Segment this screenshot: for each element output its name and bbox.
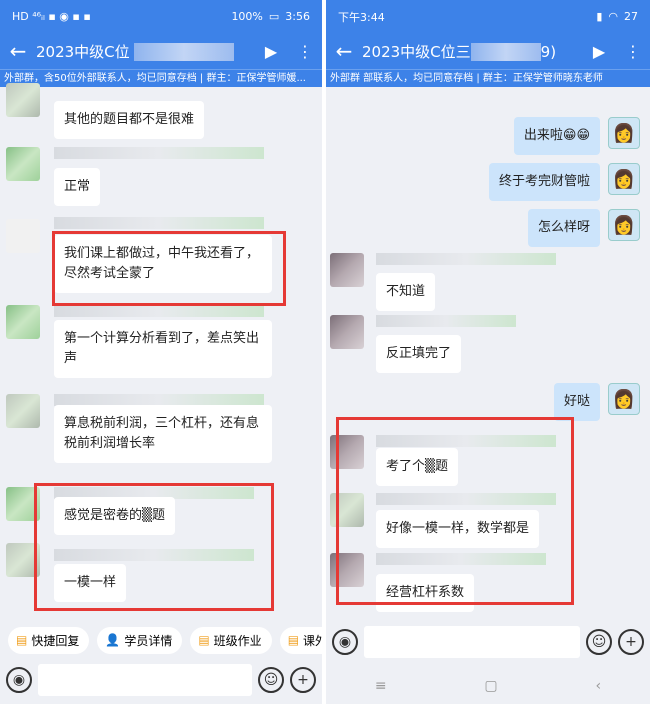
- avatar[interactable]: 👩: [608, 209, 640, 241]
- system-nav-bar: ≡ ▢ ‹: [326, 668, 650, 704]
- back-icon[interactable]: ‹: [595, 678, 601, 694]
- back-arrow-icon[interactable]: ←: [0, 39, 36, 63]
- voice-icon[interactable]: ◉: [6, 667, 32, 693]
- chat-title: 2023中级C位三 9): [362, 42, 557, 61]
- add-icon[interactable]: +: [290, 667, 316, 693]
- battery-level: 27: [624, 10, 638, 23]
- message-bubble: 出来啦😁😁: [513, 117, 600, 155]
- sender-name: [376, 315, 516, 327]
- sender-name: [54, 305, 264, 317]
- clock: 下午3:44: [338, 10, 385, 24]
- avatar[interactable]: [6, 147, 40, 181]
- sender-name: [54, 217, 264, 229]
- message-bubble: 怎么样呀: [527, 209, 600, 247]
- video-call-icon[interactable]: ▶: [254, 42, 288, 61]
- quick-reply-icon: ▤: [16, 633, 28, 647]
- message-bubble: 反正填完了: [376, 335, 462, 373]
- student-details-button[interactable]: 👤 学员详情: [97, 626, 183, 654]
- avatar[interactable]: [330, 253, 364, 287]
- left-chat-panel: HD ⁴⁶ᵢₗ ▪ ◉ ▪ ▪ 100% ▭ 3:56 ← 2023中级C位 ▶…: [0, 0, 322, 704]
- emoji-icon[interactable]: ☺: [258, 667, 284, 693]
- avatar[interactable]: [6, 394, 40, 428]
- message-bubble: 好哒: [553, 383, 600, 421]
- highlight-box: [34, 483, 274, 611]
- add-icon[interactable]: +: [618, 629, 644, 655]
- more-menu-icon[interactable]: ⋮: [288, 42, 322, 61]
- message-bubble: 正常: [54, 168, 101, 206]
- message-input[interactable]: [38, 664, 252, 696]
- highlight-box: [336, 417, 574, 605]
- title-bar: ← 2023中级C位三 9) ▶ ⋮: [326, 33, 650, 69]
- quick-reply-button[interactable]: ▤ 快捷回复: [8, 626, 90, 654]
- status-icons: HD ⁴⁶ᵢₗ ▪ ◉ ▪ ▪: [12, 10, 91, 23]
- signal-icon: ▮: [596, 10, 603, 23]
- chat-title: 2023中级C位: [36, 41, 254, 62]
- homework-icon: ▤: [198, 633, 210, 647]
- message-bubble: 不知道: [376, 273, 436, 311]
- video-call-icon[interactable]: ▶: [582, 42, 616, 61]
- avatar[interactable]: [6, 219, 40, 253]
- battery-level: 100%: [231, 10, 263, 23]
- menu-icon[interactable]: ≡: [375, 678, 387, 694]
- highlight-box: [52, 231, 286, 306]
- message-input[interactable]: [364, 626, 580, 658]
- message-bubble: 其他的题目都不是很难: [54, 101, 205, 139]
- clock: 3:56: [285, 10, 310, 23]
- group-info-bar: 外部群，含50位外部联系人，均已同意存档 | 群主：正保学管师媛...: [0, 69, 322, 87]
- battery-icon: ▭: [268, 10, 280, 23]
- right-chat-panel: 下午3:44 ▮ ◠ 27 ← 2023中级C位三 9) ▶ ⋮ 外部群 部联系人…: [326, 0, 650, 704]
- message-bubble: 终于考完财管啦: [488, 163, 600, 201]
- user-icon: 👤: [105, 633, 121, 647]
- extracurricular-button[interactable]: ▤ 课外: [279, 626, 322, 654]
- avatar[interactable]: 👩: [608, 117, 640, 149]
- voice-icon[interactable]: ◉: [332, 629, 358, 655]
- sender-name: [54, 147, 264, 159]
- input-bar: ◉ ☺ +: [0, 658, 322, 702]
- sender-name: [376, 253, 556, 265]
- avatar[interactable]: [6, 83, 40, 117]
- avatar[interactable]: [6, 305, 40, 339]
- group-info-bar: 外部群 部联系人，均已同意存档 | 群主：正保学管师晓东老师: [326, 69, 650, 87]
- back-arrow-icon[interactable]: ←: [326, 39, 362, 63]
- course-icon: ▤: [287, 633, 300, 647]
- status-bar: HD ⁴⁶ᵢₗ ▪ ◉ ▪ ▪ 100% ▭ 3:56: [0, 0, 322, 33]
- message-bubble: 第一个计算分析看到了，差点笑出声: [54, 320, 272, 378]
- emoji-icon[interactable]: ☺: [586, 629, 612, 655]
- more-menu-icon[interactable]: ⋮: [616, 42, 650, 61]
- message-bubble: 算息税前利润，三个杠杆，还有息税前利润增长率: [54, 405, 272, 463]
- input-bar: ◉ ☺ +: [326, 620, 650, 664]
- avatar[interactable]: [330, 315, 364, 349]
- quick-action-bar: ▤ 快捷回复 👤 学员详情 ▤ 班级作业 ▤ 课外: [0, 622, 322, 658]
- title-bar: ← 2023中级C位 ▶ ⋮: [0, 33, 322, 69]
- class-homework-button[interactable]: ▤ 班级作业: [190, 626, 272, 654]
- avatar[interactable]: 👩: [608, 163, 640, 195]
- home-icon[interactable]: ▢: [484, 678, 497, 694]
- avatar[interactable]: 👩: [608, 383, 640, 415]
- status-bar: 下午3:44 ▮ ◠ 27: [326, 0, 650, 33]
- wifi-icon: ◠: [608, 10, 618, 23]
